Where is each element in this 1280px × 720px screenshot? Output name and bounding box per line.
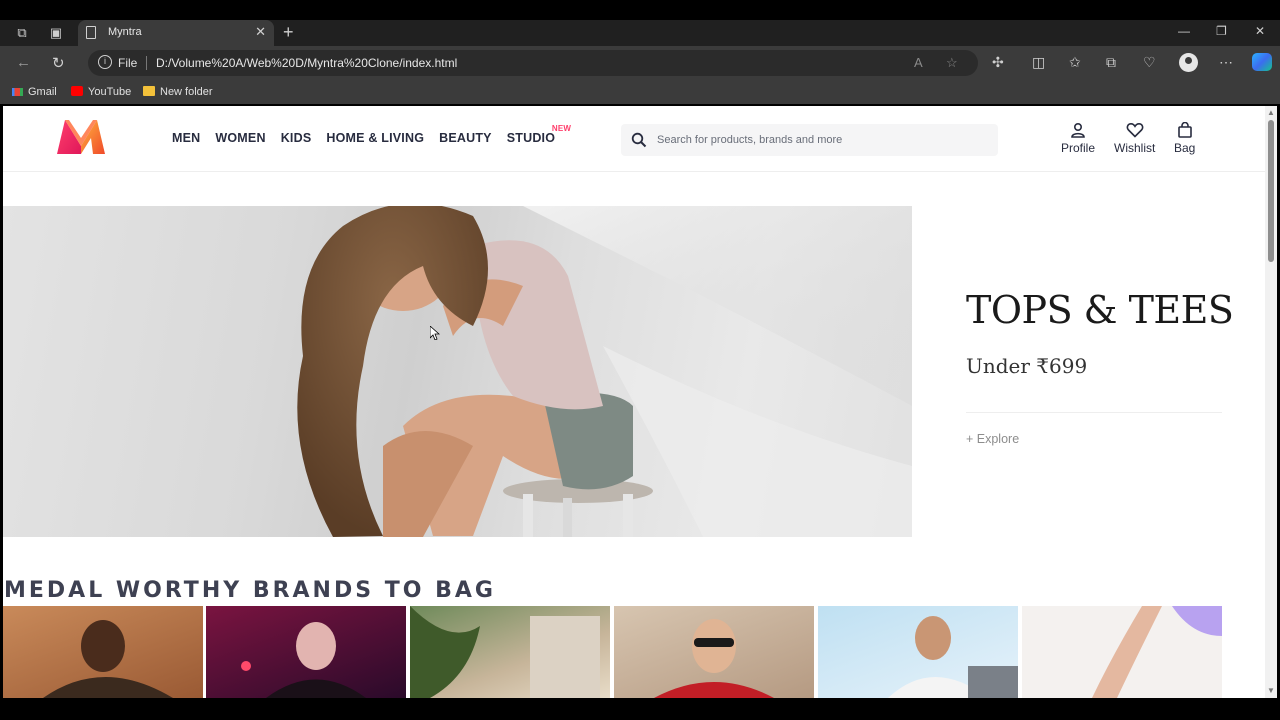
profile-label: Profile xyxy=(1061,141,1096,155)
myntra-logo[interactable] xyxy=(55,118,107,156)
explore-link[interactable]: + Explore xyxy=(966,432,1019,446)
bookmark-new-folder[interactable]: New folder xyxy=(143,85,213,99)
info-icon[interactable]: i xyxy=(98,55,112,69)
restore-icon[interactable]: ❐ xyxy=(1216,24,1227,38)
profile-icon xyxy=(1071,122,1085,138)
nav-men[interactable]: MEN xyxy=(172,131,200,145)
bag-label: Bag xyxy=(1174,141,1196,155)
nav-studio-label: STUDIO xyxy=(506,131,556,145)
scroll-thumb[interactable] xyxy=(1268,120,1274,262)
brand-tile-6[interactable] xyxy=(1022,606,1222,698)
hero-banner-image[interactable] xyxy=(3,206,912,537)
brand-tile-1[interactable] xyxy=(3,606,203,698)
split-screen-icon[interactable]: ◫ xyxy=(1032,54,1045,71)
profile-button[interactable]: Profile xyxy=(1061,122,1095,155)
wishlist-label: Wishlist xyxy=(1114,141,1156,155)
brand-tile-5[interactable] xyxy=(818,606,1018,698)
read-aloud-icon[interactable]: A xyxy=(914,55,923,70)
extensions-icon[interactable]: ✣ xyxy=(992,54,1004,71)
bag-icon xyxy=(1177,122,1192,138)
nav-studio[interactable]: STUDIO NEW xyxy=(506,124,571,145)
new-tab-icon[interactable]: + xyxy=(283,22,294,42)
bookmark-youtube[interactable]: YouTube xyxy=(71,85,131,99)
bookmarks-bar: Gmail YouTube New folder xyxy=(0,80,1280,104)
profile-avatar-icon[interactable] xyxy=(1179,53,1198,72)
browser-essentials-icon[interactable]: ♡ xyxy=(1143,54,1156,71)
model-photo xyxy=(297,206,912,537)
workspaces-icon[interactable]: ⧉ xyxy=(14,25,30,41)
new-badge: NEW xyxy=(551,124,572,133)
scroll-up-icon[interactable]: ▲ xyxy=(1267,108,1275,117)
nav-home-living[interactable]: HOME & LIVING xyxy=(326,131,424,145)
minimize-icon[interactable]: — xyxy=(1178,24,1190,38)
nav-women[interactable]: WOMEN xyxy=(215,131,265,145)
page-scrollbar[interactable]: ▲ ▼ xyxy=(1265,106,1277,698)
search-box xyxy=(621,124,998,156)
collections-icon[interactable]: ⧉ xyxy=(1106,54,1116,71)
brand-photo-3 xyxy=(410,606,600,698)
browser-tab-myntra[interactable]: Myntra ✕ xyxy=(78,20,274,46)
back-icon[interactable]: ← xyxy=(16,54,31,71)
bag-button[interactable]: Bag xyxy=(1174,122,1195,155)
brand-tile-2[interactable] xyxy=(206,606,406,698)
brand-tile-4[interactable] xyxy=(614,606,814,698)
folder-icon xyxy=(143,86,155,96)
scroll-down-icon[interactable]: ▼ xyxy=(1267,686,1275,695)
copilot-icon[interactable] xyxy=(1252,53,1272,71)
address-bar[interactable]: i File D:/Volume%20A/Web%20D/Myntra%20Cl… xyxy=(88,50,978,76)
hero-divider xyxy=(966,412,1222,413)
address-separator xyxy=(146,56,147,70)
screen: ⧉ ▣ Myntra ✕ + — ❐ ✕ ← ↻ i File D:/Volum… xyxy=(0,0,1280,720)
browser-toolbar: ← ↻ i File D:/Volume%20A/Web%20D/Myntra%… xyxy=(0,46,1280,80)
refresh-icon[interactable]: ↻ xyxy=(52,54,65,72)
wishlist-button[interactable]: Wishlist xyxy=(1114,122,1155,155)
brand-photo-2 xyxy=(241,622,366,698)
brand-photo-1 xyxy=(43,620,173,698)
brand-photo-4 xyxy=(654,619,774,698)
tab-title: Myntra xyxy=(108,26,142,38)
close-tab-icon[interactable]: ✕ xyxy=(255,24,266,40)
brand-tiles-row xyxy=(3,606,1265,698)
close-window-icon[interactable]: ✕ xyxy=(1255,24,1265,38)
brand-photo-6 xyxy=(1092,606,1222,698)
mouse-cursor-icon xyxy=(430,326,440,340)
hero-subtitle: Under ₹699 xyxy=(966,354,1088,378)
hero-title: TOPS & TEES xyxy=(966,288,1234,332)
browser-titlebar: ⧉ ▣ Myntra ✕ + — ❐ ✕ xyxy=(0,20,1280,46)
brand-photo-5 xyxy=(888,616,1018,698)
more-menu-icon[interactable]: ⋯ xyxy=(1219,54,1233,71)
page-icon xyxy=(86,26,96,39)
favorites-icon[interactable]: ✩ xyxy=(1069,54,1081,71)
main-nav: MEN WOMEN KIDS HOME & LIVING BEAUTY STUD… xyxy=(172,124,571,145)
nav-kids[interactable]: KIDS xyxy=(281,131,312,145)
favorite-star-icon[interactable]: ☆ xyxy=(946,55,958,71)
site-header: MEN WOMEN KIDS HOME & LIVING BEAUTY STUD… xyxy=(3,106,1265,172)
brand-tile-3[interactable] xyxy=(410,606,610,698)
address-scheme: File xyxy=(118,56,138,70)
search-icon[interactable] xyxy=(631,132,647,148)
address-url[interactable]: D:/Volume%20A/Web%20D/Myntra%20Clone/ind… xyxy=(156,56,457,70)
page-viewport: MEN WOMEN KIDS HOME & LIVING BEAUTY STUD… xyxy=(3,106,1265,698)
tab-actions-icon[interactable]: ▣ xyxy=(48,25,64,41)
brands-section-title: MEDAL WORTHY BRANDS TO BAG xyxy=(4,578,496,603)
search-input[interactable] xyxy=(657,124,987,156)
bookmark-gmail[interactable]: Gmail xyxy=(12,85,57,99)
heart-icon xyxy=(1126,123,1144,138)
nav-beauty[interactable]: BEAUTY xyxy=(439,131,492,145)
youtube-icon xyxy=(71,86,83,96)
gmail-icon xyxy=(12,88,23,96)
